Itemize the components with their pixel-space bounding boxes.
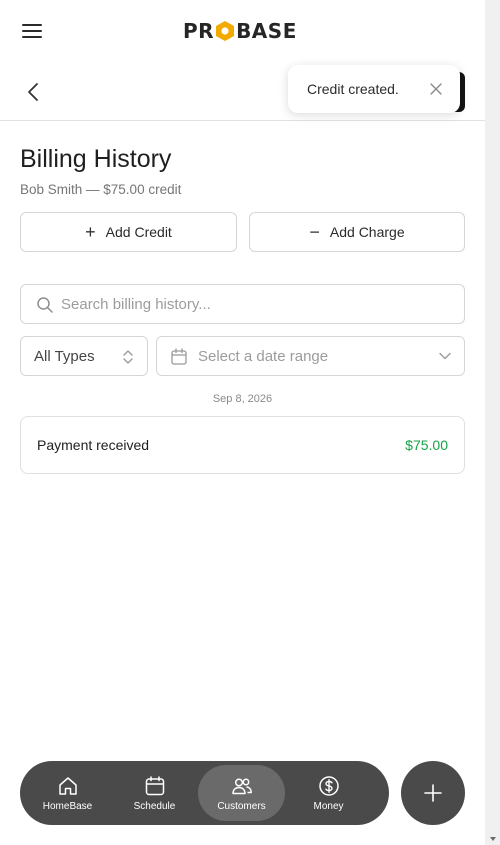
updown-chevron-icon [123, 350, 133, 364]
add-charge-button[interactable]: − Add Charge [249, 212, 465, 252]
date-range-placeholder: Select a date range [198, 347, 329, 365]
home-icon [58, 776, 77, 795]
nav-label-homebase: HomeBase [42, 800, 93, 812]
back-chevron-icon[interactable] [24, 82, 42, 102]
history-item-description: Payment received [37, 437, 150, 453]
add-credit-button[interactable]: + Add Credit [20, 212, 237, 252]
type-filter-value: All Types [34, 347, 95, 365]
page-scrollbar[interactable] [485, 0, 500, 845]
history-item[interactable]: Payment received $75.00 [20, 416, 465, 474]
probase-logo: PR BASE [183, 19, 297, 43]
page-subtitle: Bob Smith — $75.00 credit [20, 182, 182, 197]
nav-label-schedule: Schedule [133, 800, 176, 812]
add-fab-button[interactable] [401, 761, 465, 825]
plus-icon [424, 784, 442, 802]
scroll-down-arrow[interactable] [490, 837, 496, 841]
search-box [20, 284, 465, 324]
top-bar: PR BASE [0, 0, 485, 62]
logo-text-left: PR [183, 19, 215, 43]
nav-item-homebase[interactable]: HomeBase [24, 765, 111, 821]
history-date-header: Sep 8, 2026 [212, 393, 273, 405]
add-credit-label: Add Credit [105, 224, 172, 240]
chevron-down-icon [439, 352, 451, 360]
minus-icon: − [309, 222, 320, 242]
dollar-icon [318, 775, 339, 796]
calendar-icon [145, 775, 164, 795]
logo-hex-icon [216, 21, 235, 41]
hamburger-menu-icon[interactable] [22, 24, 42, 40]
customers-icon [231, 777, 252, 794]
add-charge-label: Add Charge [329, 224, 405, 240]
page-title: Billing History [20, 145, 172, 173]
calendar-icon [171, 348, 187, 365]
toast-message: Credit created. [307, 81, 399, 97]
nav-label-customers: Customers [217, 800, 266, 812]
nav-item-customers[interactable]: Customers [198, 765, 285, 821]
type-filter-select[interactable]: All Types [20, 336, 148, 376]
bottom-nav: HomeBase Schedule Customers Money [20, 761, 389, 825]
logo-text-right: BASE [236, 19, 297, 43]
search-input[interactable] [61, 285, 456, 323]
nav-item-money[interactable]: Money [285, 765, 372, 821]
date-range-picker[interactable]: Select a date range [156, 336, 465, 376]
toast-notification: Credit created. [288, 65, 460, 113]
search-icon [37, 297, 53, 313]
history-item-amount: $75.00 [405, 437, 448, 453]
close-icon[interactable] [429, 82, 443, 96]
plus-icon: + [85, 222, 96, 242]
nav-label-money: Money [313, 800, 344, 812]
nav-item-schedule[interactable]: Schedule [111, 765, 198, 821]
